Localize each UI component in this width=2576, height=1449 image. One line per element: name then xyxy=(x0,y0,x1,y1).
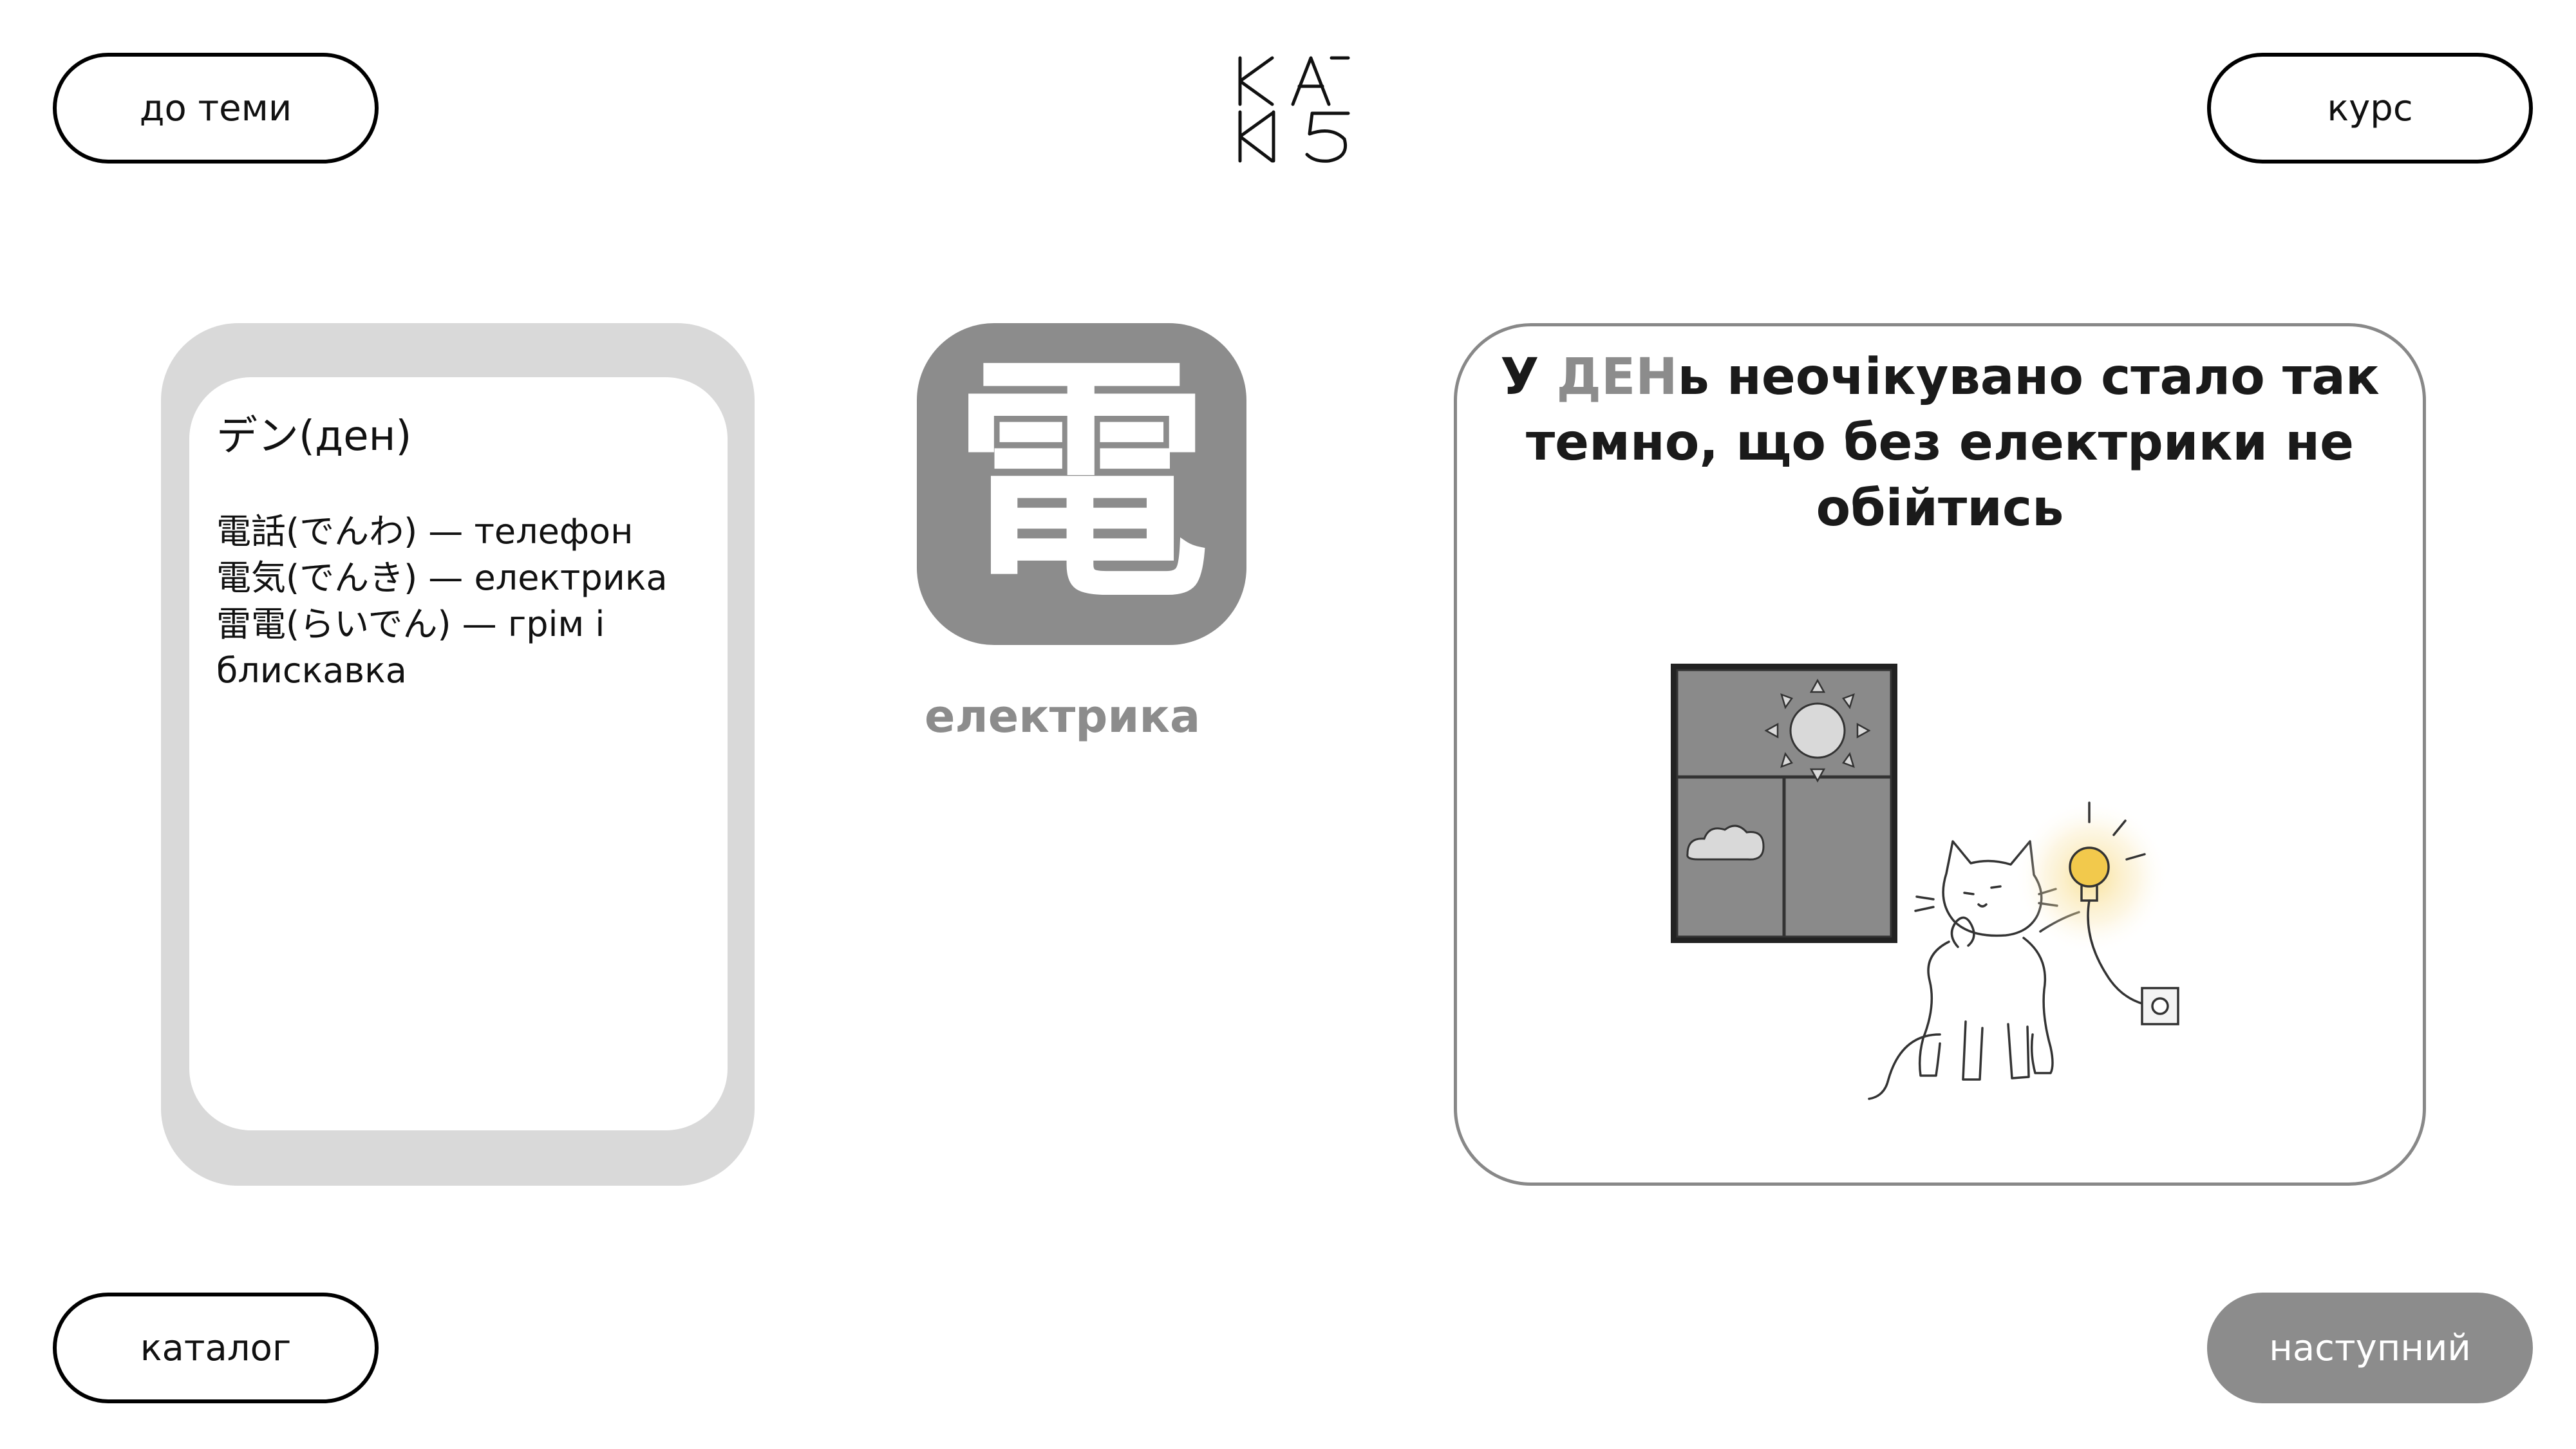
example-word: блискавка xyxy=(216,650,407,691)
mnemonic-story-card: У ДЕНь неочікувано стало так темно, що б… xyxy=(1454,323,2426,1186)
power-socket-icon xyxy=(2141,987,2179,1025)
logo xyxy=(1238,56,1350,163)
reading-card-content: デン(ден) 電話(でんわ) — телефон 電気(でんき) — елек… xyxy=(189,377,728,1130)
kanji-meaning: електрика xyxy=(925,690,1201,743)
example-word: 電話(でんわ) — телефон xyxy=(216,511,634,552)
back-to-topic-button[interactable]: до теми xyxy=(53,53,379,164)
story-highlight: ДЕН xyxy=(1556,348,1678,406)
mnemonic-story-text: У ДЕНь неочікувано стало так темно, що б… xyxy=(1496,344,2384,541)
course-button[interactable]: курс xyxy=(2207,53,2533,164)
kanji-reading: デン(ден) xyxy=(216,413,412,460)
example-word: 電気(でんき) — електрика xyxy=(216,557,668,598)
window-icon xyxy=(1671,664,1897,943)
kanji-character: 電 xyxy=(953,334,1210,633)
reading-card: デン(ден) 電話(でんわ) — телефон 電気(でんき) — елек… xyxy=(161,323,755,1186)
catalog-button[interactable]: каталог xyxy=(53,1293,379,1403)
next-button[interactable]: наступний xyxy=(2207,1293,2533,1403)
story-prefix: У xyxy=(1500,348,1557,406)
kanji-tile: 電 xyxy=(917,323,1246,645)
cat-lightbulb-illustration xyxy=(1671,664,2179,1100)
example-word: 雷電(らいでん) — грім і xyxy=(216,604,605,644)
